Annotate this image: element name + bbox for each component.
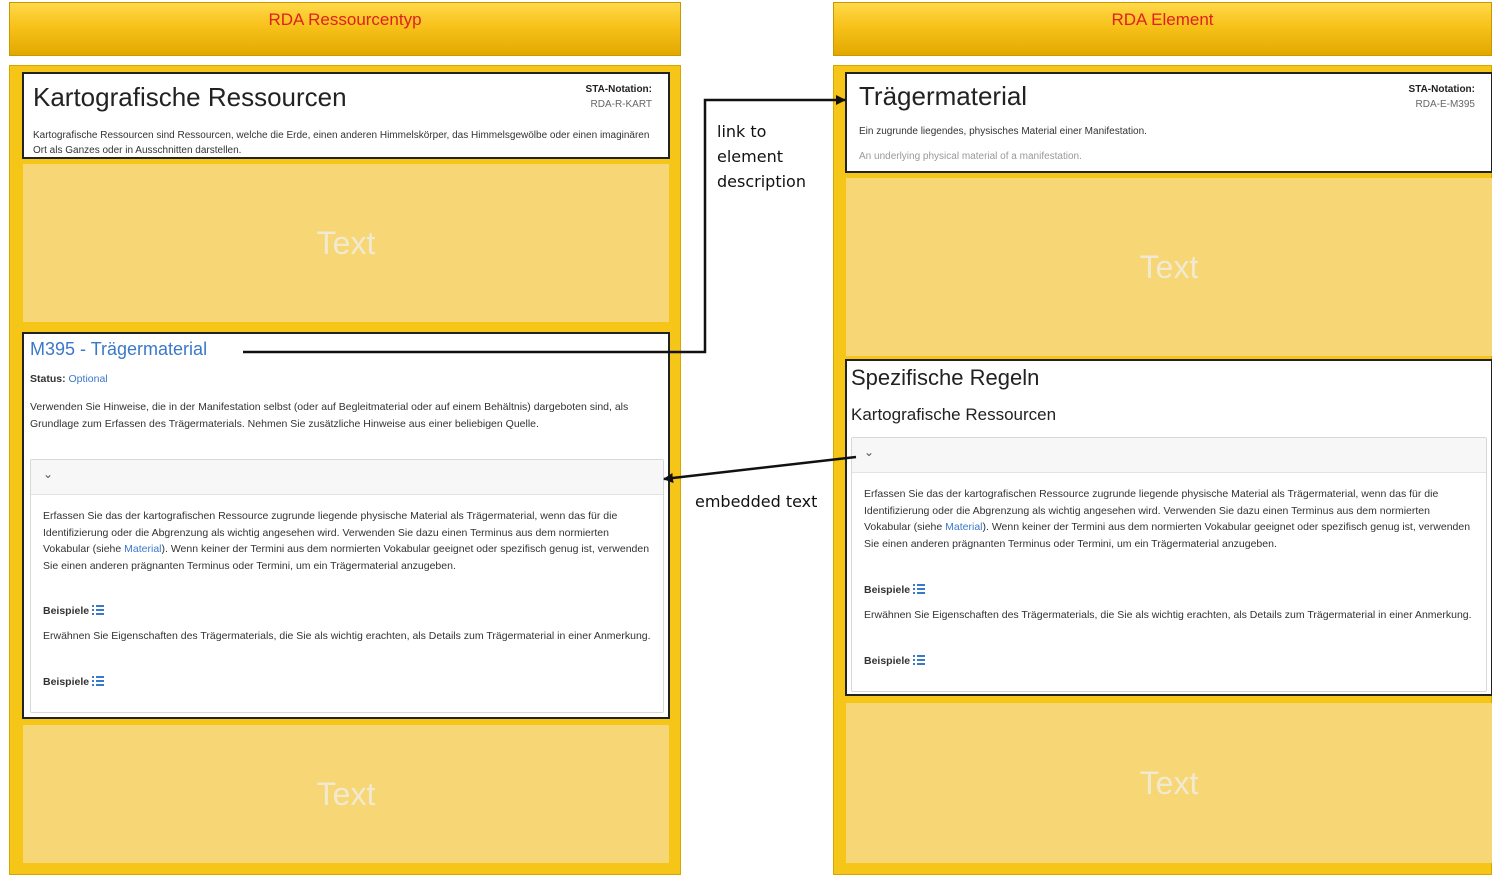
left-examples-1-label: Beispiele — [43, 605, 90, 617]
annotation-link-line2: element — [717, 147, 783, 166]
list-icon[interactable] — [92, 604, 105, 615]
right-placeholder-bottom-text: Text — [1139, 764, 1199, 801]
left-placeholder-bottom: Text — [23, 725, 669, 863]
right-rules-card: Spezifische Regeln Kartografische Ressou… — [845, 359, 1492, 696]
right-header-label: RDA Element — [1111, 10, 1214, 29]
element-title: Trägermaterial — [859, 81, 1028, 111]
right-examples-2-label: Beispiele — [864, 655, 911, 667]
annotation-link-line1: link to — [717, 122, 767, 141]
left-sta-notation: STA-Notation: RDA-R-KART — [586, 82, 652, 112]
left-sta-label: STA-Notation: — [585, 84, 652, 95]
left-rule-2: Erwähnen Sie Eigenschaften des Trägermat… — [43, 630, 651, 642]
resource-title: Kartografische Ressourcen — [33, 82, 347, 112]
right-placeholder-top: Text — [846, 178, 1492, 356]
right-rule-1: Erfassen Sie das der kartografischen Res… — [864, 486, 1476, 552]
left-header: RDA Ressourcentyp — [9, 2, 681, 56]
list-icon[interactable] — [913, 654, 926, 665]
left-examples-2-label: Beispiele — [43, 676, 90, 688]
annotation-link-line3: description — [717, 172, 806, 191]
left-examples-2[interactable]: Beispiele — [43, 672, 105, 690]
chevron-down-icon[interactable]: ⌄ — [43, 467, 53, 481]
right-material-link[interactable]: Material — [945, 521, 982, 533]
left-resource-card: Kartografische Ressourcen STA-Notation: … — [22, 72, 670, 159]
list-icon[interactable] — [913, 583, 926, 594]
right-examples-1-label: Beispiele — [864, 584, 911, 596]
left-header-label: RDA Ressourcentyp — [268, 10, 422, 29]
embedded-arrow — [663, 455, 857, 483]
status-value: Optional — [68, 373, 108, 385]
left-collapse-toggle[interactable]: ⌄ — [31, 460, 663, 495]
right-header: RDA Element — [833, 2, 1492, 56]
left-material-link[interactable]: Material — [124, 543, 161, 555]
right-sta-label: STA-Notation: — [1408, 84, 1475, 95]
rules-subheading: Kartografische Ressourcen — [851, 405, 1057, 424]
right-examples-2[interactable]: Beispiele — [864, 651, 926, 669]
status-label: Status: — [30, 373, 66, 385]
element-intro: Verwenden Sie Hinweise, die in der Manif… — [30, 401, 629, 430]
right-element-card: Trägermaterial STA-Notation: RDA-E-M395 … — [845, 72, 1492, 173]
annotation-embedded-text: embedded text — [695, 492, 818, 511]
left-rule-1: Erfassen Sie das der kartografischen Res… — [43, 508, 653, 574]
chevron-down-icon[interactable]: ⌄ — [864, 445, 874, 459]
right-rule-2: Erwähnen Sie Eigenschaften des Trägermat… — [864, 609, 1472, 621]
right-sta-value: RDA-E-M395 — [1415, 99, 1475, 110]
left-placeholder-top-text: Text — [316, 224, 376, 261]
element-description-de: Ein zugrunde liegendes, physisches Mater… — [859, 126, 1147, 137]
status-line: Status: Optional — [30, 371, 108, 388]
left-placeholder-bottom-text: Text — [316, 775, 376, 812]
left-placeholder-top: Text — [23, 164, 669, 322]
right-sta-notation: STA-Notation: RDA-E-M395 — [1409, 82, 1475, 112]
left-examples-1[interactable]: Beispiele — [43, 601, 105, 619]
right-examples-1[interactable]: Beispiele — [864, 580, 926, 598]
resource-description: Kartografische Ressourcen sind Ressource… — [33, 130, 650, 156]
left-sta-value: RDA-R-KART — [590, 99, 652, 110]
element-description-en: An underlying physical material of a man… — [859, 151, 1082, 162]
right-panel: Trägermaterial STA-Notation: RDA-E-M395 … — [833, 65, 1492, 875]
right-collapse-toggle[interactable]: ⌄ — [852, 438, 1486, 473]
right-placeholder-bottom: Text — [846, 703, 1492, 863]
annotation-link-to-element: link to element description — [717, 119, 806, 194]
right-embedded-box: ⌄ Erfassen Sie das der kartografischen R… — [851, 437, 1487, 692]
rules-heading: Spezifische Regeln — [851, 365, 1040, 390]
left-element-card: M395 - Trägermaterial Status: Optional V… — [22, 332, 670, 719]
right-placeholder-top-text: Text — [1139, 248, 1199, 285]
list-icon[interactable] — [92, 675, 105, 686]
left-embedded-box: ⌄ Erfassen Sie das der kartografischen R… — [30, 459, 664, 713]
left-panel: Kartografische Ressourcen STA-Notation: … — [9, 65, 681, 875]
element-link[interactable]: M395 - Trägermaterial — [30, 339, 207, 360]
